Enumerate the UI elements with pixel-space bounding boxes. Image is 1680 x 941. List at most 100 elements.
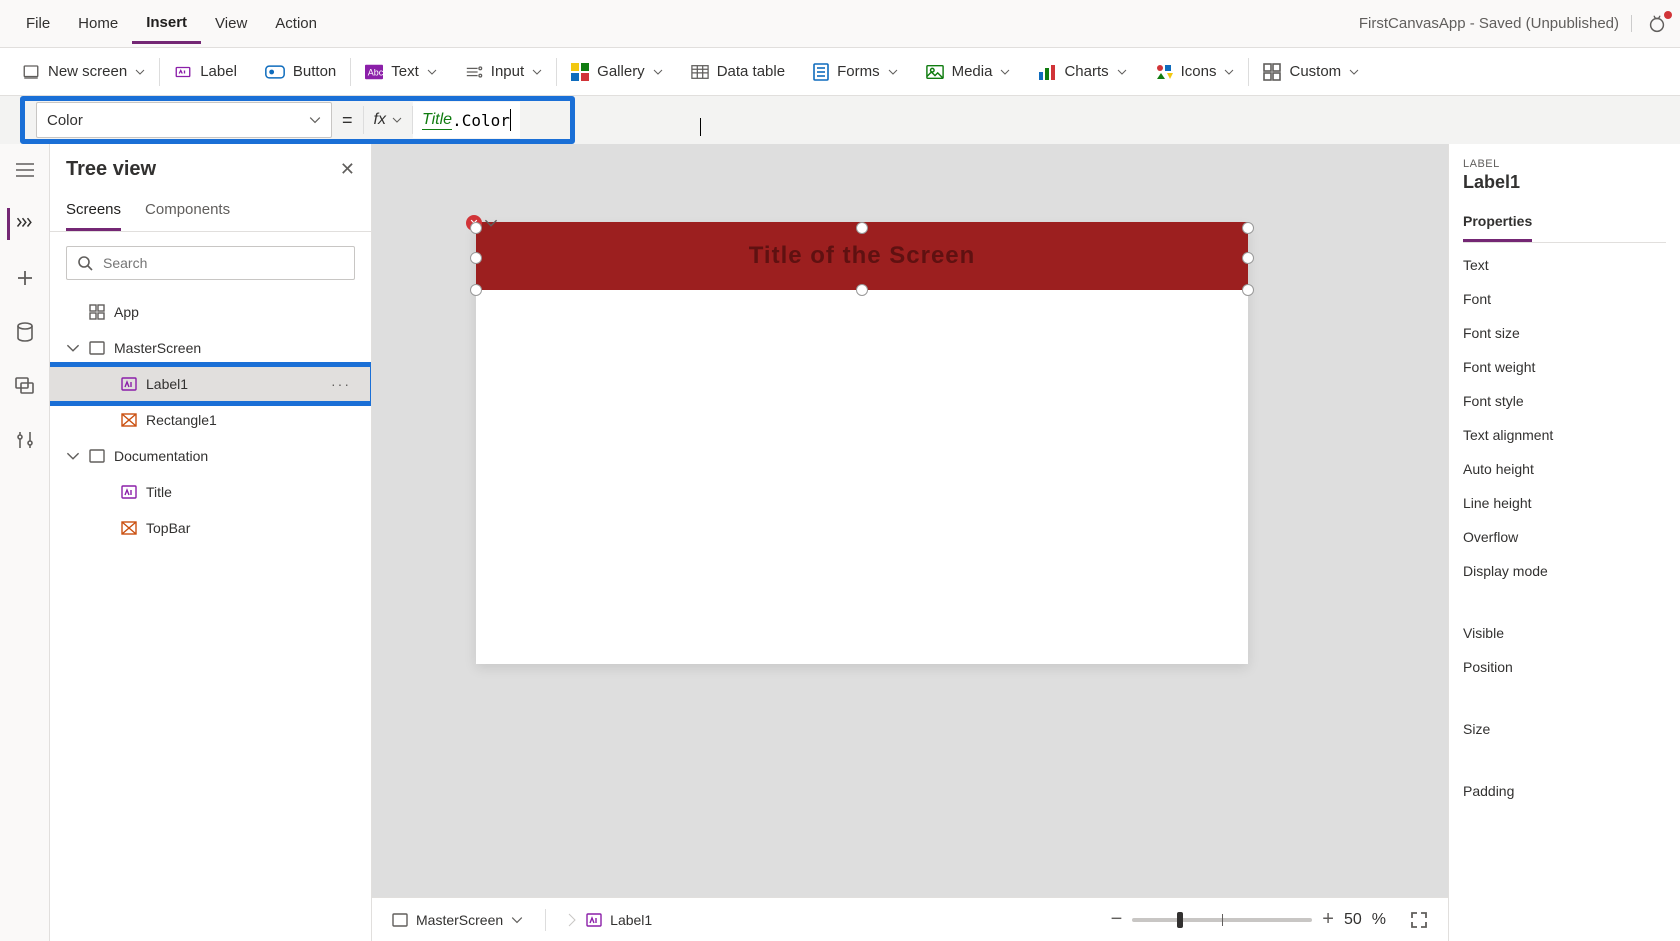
resize-handle[interactable] <box>470 222 482 234</box>
app-checker-icon[interactable] <box>1646 13 1668 35</box>
text-cursor <box>700 118 701 136</box>
zoom-out-button[interactable]: − <box>1111 908 1123 931</box>
tree-item-rectangle1[interactable]: Rectangle1 <box>50 402 371 438</box>
tree-item-title[interactable]: Title <box>50 474 371 510</box>
prop-text[interactable]: Text <box>1463 257 1666 273</box>
prop-position[interactable]: Position <box>1463 659 1666 675</box>
hamburger-icon[interactable] <box>9 154 41 186</box>
insert-label-button[interactable]: Label <box>160 48 251 95</box>
chevron-down-icon <box>653 67 663 77</box>
resize-handle[interactable] <box>1242 252 1254 264</box>
more-options-icon[interactable]: ··· <box>331 376 351 392</box>
menu-view[interactable]: View <box>201 5 261 42</box>
equals-sign: = <box>342 110 353 131</box>
tab-properties[interactable]: Properties <box>1463 207 1532 242</box>
label-icon <box>120 375 138 393</box>
prop-display-mode[interactable]: Display mode <box>1463 563 1666 579</box>
insert-media-dropdown[interactable]: Media <box>912 48 1025 95</box>
tree-item-masterscreen[interactable]: MasterScreen <box>50 330 371 366</box>
tree-list: App MasterScreen Label1 ··· <box>50 294 371 941</box>
label-icon <box>120 483 138 501</box>
insert-forms-dropdown[interactable]: Forms <box>799 48 912 95</box>
tree-view-title: Tree view <box>66 158 156 181</box>
prop-line-height[interactable]: Line height <box>1463 495 1666 511</box>
prop-font-size[interactable]: Font size <box>1463 325 1666 341</box>
tree-view-panel: Tree view ✕ Screens Components App <box>50 144 372 941</box>
label-icon <box>586 913 602 927</box>
new-screen-button[interactable]: New screen <box>8 48 159 95</box>
resize-handle[interactable] <box>856 284 868 296</box>
menu-bar: File Home Insert View Action FirstCanvas… <box>0 0 1680 48</box>
insert-text-dropdown[interactable]: Abc Text <box>351 48 451 95</box>
prop-overflow[interactable]: Overflow <box>1463 529 1666 545</box>
rectangle-icon <box>120 519 138 537</box>
chevron-down-icon[interactable] <box>484 216 498 230</box>
prop-text-alignment[interactable]: Text alignment <box>1463 427 1666 443</box>
tree-item-app[interactable]: App <box>50 294 371 330</box>
prop-font-style[interactable]: Font style <box>1463 393 1666 409</box>
zoom-in-button[interactable]: + <box>1322 908 1334 931</box>
insert-charts-dropdown[interactable]: Charts <box>1024 48 1140 95</box>
menu-insert[interactable]: Insert <box>132 4 201 44</box>
prop-font[interactable]: Font <box>1463 291 1666 307</box>
prop-padding[interactable]: Padding <box>1463 783 1666 799</box>
advanced-tools-icon[interactable] <box>9 424 41 456</box>
menu-action[interactable]: Action <box>261 5 331 42</box>
insert-custom-dropdown[interactable]: Custom <box>1249 48 1373 95</box>
chevron-down-icon <box>1224 67 1234 77</box>
app-title: FirstCanvasApp - Saved (Unpublished) <box>1359 15 1632 32</box>
tree-view-icon[interactable] <box>7 208 39 240</box>
svg-text:Abc: Abc <box>368 67 383 77</box>
search-input[interactable] <box>103 255 344 271</box>
zoom-slider[interactable] <box>1132 918 1312 922</box>
insert-gallery-dropdown[interactable]: Gallery <box>557 48 677 95</box>
resize-handle[interactable] <box>1242 222 1254 234</box>
menu-home[interactable]: Home <box>64 5 132 42</box>
resize-handle[interactable] <box>470 284 482 296</box>
formula-input[interactable]: Title.Color <box>413 102 520 138</box>
property-selector[interactable]: Color <box>36 102 332 138</box>
insert-button-button[interactable]: Button <box>251 48 350 95</box>
chevron-down-icon <box>888 67 898 77</box>
app-icon <box>88 303 106 321</box>
fit-to-screen-icon[interactable] <box>1410 911 1428 929</box>
chevron-down-icon <box>1000 67 1010 77</box>
prop-font-weight[interactable]: Font weight <box>1463 359 1666 375</box>
chevron-down-icon <box>66 341 80 355</box>
control-name[interactable]: Label1 <box>1463 172 1666 193</box>
search-icon <box>77 255 93 271</box>
resize-handle[interactable] <box>1242 284 1254 296</box>
resize-handle[interactable] <box>470 252 482 264</box>
chevron-down-icon <box>511 914 523 926</box>
insert-input-dropdown[interactable]: Input <box>451 48 556 95</box>
chevron-down-icon <box>309 114 321 126</box>
chevron-down-icon <box>532 67 542 77</box>
tab-screens[interactable]: Screens <box>66 195 121 231</box>
insert-icons-dropdown[interactable]: Icons <box>1141 48 1249 95</box>
chevron-down-icon <box>1117 67 1127 77</box>
prop-visible[interactable]: Visible <box>1463 625 1666 641</box>
fx-button[interactable]: fx <box>364 102 412 138</box>
screen-icon <box>392 913 408 927</box>
tree-item-label1[interactable]: Label1 ··· <box>50 366 371 402</box>
canvas[interactable]: Title of the Screen ✕ <box>372 144 1448 941</box>
insert-datatable-button[interactable]: Data table <box>677 48 799 95</box>
tree-item-documentation[interactable]: Documentation <box>50 438 371 474</box>
breadcrumb-control[interactable]: Label1 <box>586 912 652 928</box>
prop-size[interactable]: Size <box>1463 721 1666 737</box>
screen-icon <box>88 339 106 357</box>
media-pane-icon[interactable] <box>9 370 41 402</box>
resize-handle[interactable] <box>856 222 868 234</box>
prop-auto-height[interactable]: Auto height <box>1463 461 1666 477</box>
close-icon[interactable]: ✕ <box>340 159 355 180</box>
tree-item-topbar[interactable]: TopBar <box>50 510 371 546</box>
menu-file[interactable]: File <box>12 5 64 42</box>
screen-icon <box>88 447 106 465</box>
insert-ribbon: New screen Label Button Abc Text Input G… <box>0 48 1680 96</box>
data-pane-icon[interactable] <box>9 316 41 348</box>
tree-search[interactable] <box>66 246 355 280</box>
formula-property: .Color <box>452 111 510 130</box>
tab-components[interactable]: Components <box>145 195 230 231</box>
breadcrumb-screen[interactable]: MasterScreen <box>392 912 523 928</box>
insert-pane-icon[interactable] <box>9 262 41 294</box>
